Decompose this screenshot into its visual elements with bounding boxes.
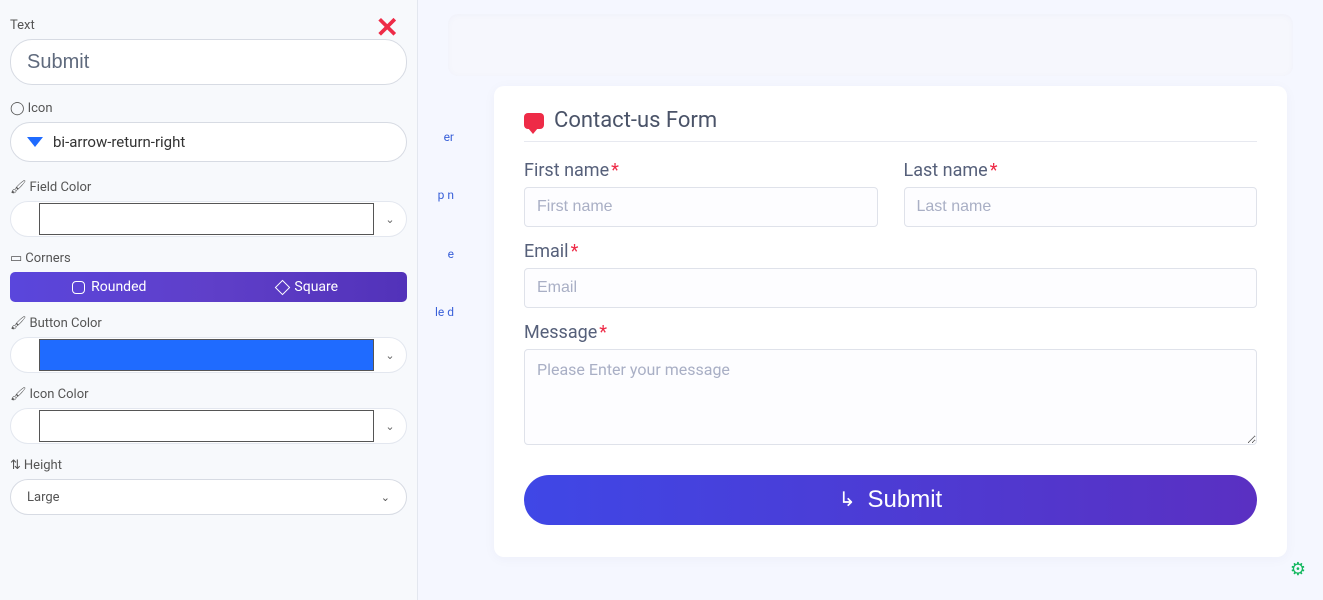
icon-select-value: bi-arrow-return-right [53, 133, 185, 151]
button-color-label: 🖌 Button Color [10, 316, 407, 331]
icon-select[interactable]: bi-arrow-return-right [10, 122, 407, 162]
height-value: Large [27, 490, 60, 505]
main-canvas: er p n e le d Contact-us Form First name… [418, 0, 1323, 600]
icon-color-picker[interactable]: ⌄ [10, 408, 407, 444]
height-select[interactable]: Large ⌄ [10, 479, 407, 515]
required-icon: * [611, 160, 619, 181]
paint-icon: 🖌 [10, 180, 27, 195]
square-icon [275, 279, 291, 295]
paint-icon: 🖌 [10, 387, 27, 402]
field-color-dropdown[interactable]: ⌄ [374, 213, 406, 226]
caret-down-icon [27, 137, 43, 147]
field-color-label: 🖌 Field Color [10, 180, 407, 195]
properties-panel: ✕ Text ◯ Icon bi-arrow-return-right 🖌 Fi… [0, 0, 418, 600]
corners-square-button[interactable]: Square [209, 272, 408, 302]
button-color-dropdown[interactable]: ⌄ [374, 349, 406, 362]
close-icon[interactable]: ✕ [376, 14, 399, 42]
icon-color-swatch [39, 410, 374, 442]
corners-rounded-button[interactable]: Rounded [10, 272, 209, 302]
required-icon: * [990, 160, 998, 181]
field-color-swatch [39, 203, 374, 235]
text-input[interactable] [10, 39, 407, 85]
height-label: ⇅ Height [10, 458, 407, 473]
rounded-icon [72, 281, 85, 294]
top-banner [448, 14, 1293, 76]
hidden-toolbox-peek: er p n e le d [418, 130, 454, 320]
message-label: Message* [524, 322, 1257, 343]
field-color-picker[interactable]: ⌄ [10, 201, 407, 237]
corners-toggle: Rounded Square [10, 272, 407, 302]
chevron-down-icon: ⌄ [385, 420, 394, 433]
chevron-down-icon: ⌄ [385, 213, 394, 226]
first-name-label: First name* [524, 160, 878, 181]
submit-button[interactable]: ↳ Submit [524, 475, 1257, 525]
height-icon: ⇅ [10, 458, 21, 473]
message-textarea[interactable] [524, 349, 1257, 445]
first-name-input[interactable] [524, 187, 878, 227]
gear-icon[interactable]: ⚙ [1287, 558, 1309, 580]
icon-color-dropdown[interactable]: ⌄ [374, 420, 406, 433]
arrow-return-right-icon: ↳ [839, 490, 856, 510]
email-input[interactable] [524, 268, 1257, 308]
last-name-label: Last name* [904, 160, 1258, 181]
last-name-input[interactable] [904, 187, 1258, 227]
chevron-down-icon: ⌄ [381, 491, 390, 504]
button-color-swatch [39, 339, 374, 371]
paint-icon: 🖌 [10, 316, 27, 331]
form-preview: Contact-us Form First name* Last name* [494, 86, 1287, 557]
corners-label: ▭ Corners [10, 251, 407, 266]
text-label: Text [10, 18, 407, 33]
icon-color-label: 🖌 Icon Color [10, 387, 407, 402]
circle-icon: ◯ [10, 101, 25, 116]
button-color-picker[interactable]: ⌄ [10, 337, 407, 373]
form-title: Contact-us Form [524, 108, 1257, 142]
icon-label: ◯ Icon [10, 101, 407, 116]
required-icon: * [571, 241, 579, 262]
chevron-down-icon: ⌄ [385, 349, 394, 362]
chat-icon [524, 113, 544, 129]
required-icon: * [599, 322, 607, 343]
email-label: Email* [524, 241, 1257, 262]
corners-icon: ▭ [10, 251, 22, 266]
